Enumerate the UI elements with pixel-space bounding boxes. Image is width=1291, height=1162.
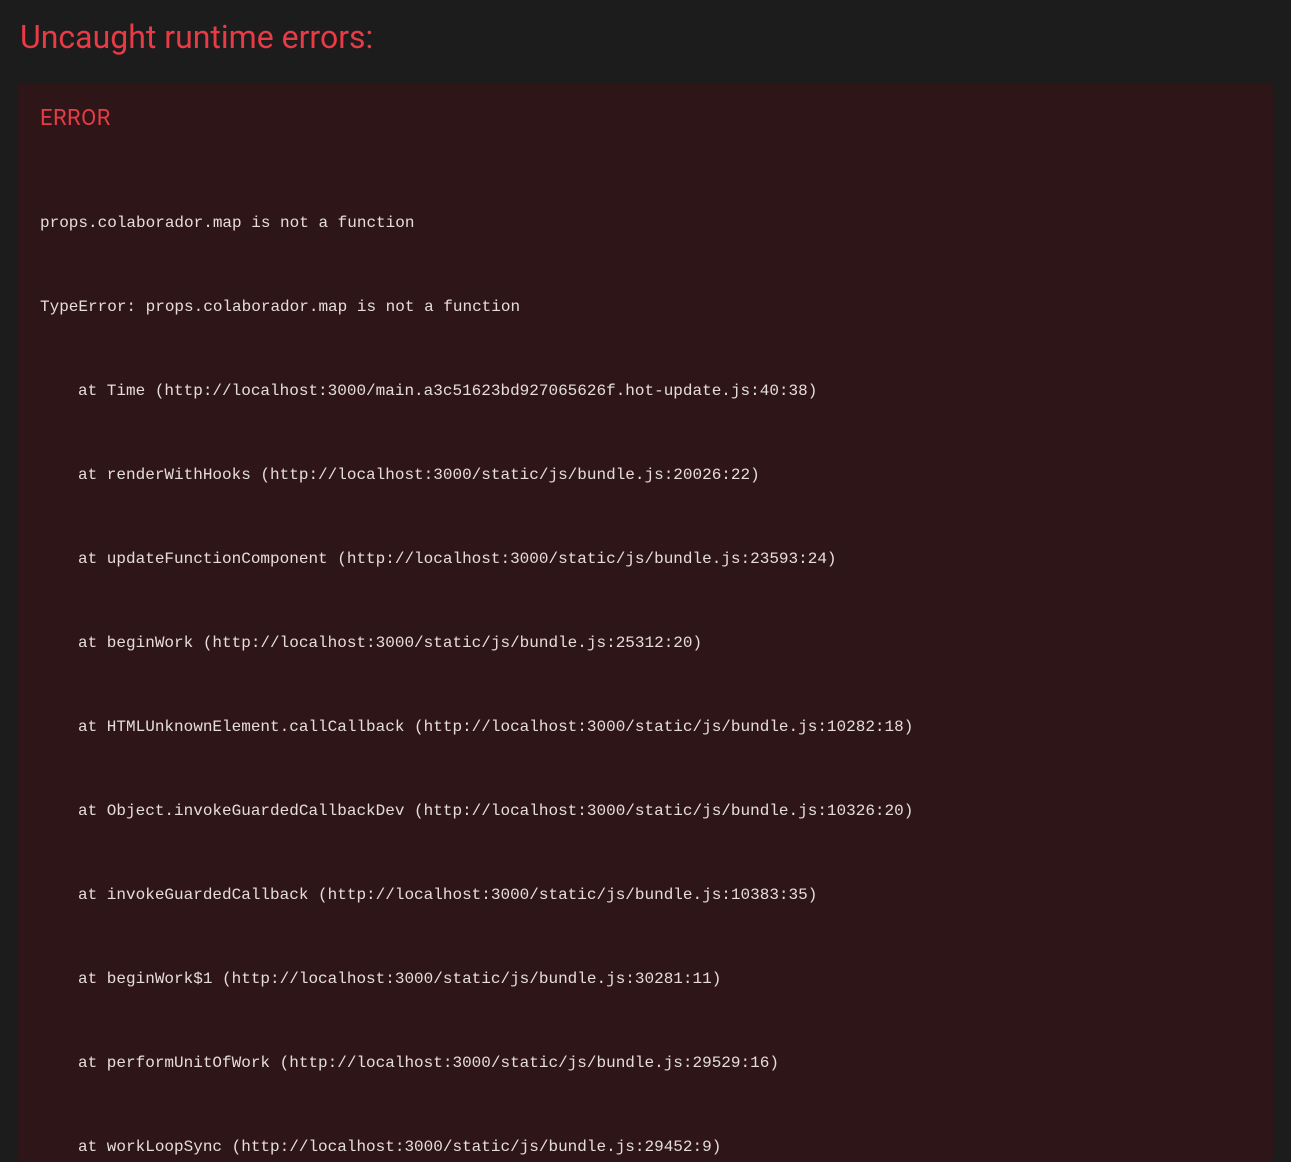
stack-trace-line: at beginWork$1 (http://localhost:3000/st… xyxy=(40,965,1251,993)
error-message-text: props.colaborador.map is not a function xyxy=(40,209,1251,237)
stack-trace-line: at workLoopSync (http://localhost:3000/s… xyxy=(40,1133,1251,1161)
stack-trace-line: at HTMLUnknownElement.callCallback (http… xyxy=(40,713,1251,741)
stack-trace-line: at beginWork (http://localhost:3000/stat… xyxy=(40,629,1251,657)
error-overlay-title: Uncaught runtime errors: xyxy=(0,0,1291,70)
error-label: ERROR xyxy=(40,106,1251,131)
stack-trace-line: at Time (http://localhost:3000/main.a3c5… xyxy=(40,377,1251,405)
stack-trace-line: at invokeGuardedCallback (http://localho… xyxy=(40,881,1251,909)
stack-trace-line: at renderWithHooks (http://localhost:300… xyxy=(40,461,1251,489)
error-message-block: props.colaborador.map is not a function … xyxy=(40,153,1251,1162)
error-panel: ERROR props.colaborador.map is not a fun… xyxy=(18,84,1273,1162)
stack-trace-line: at Object.invokeGuardedCallbackDev (http… xyxy=(40,797,1251,825)
error-type-line: TypeError: props.colaborador.map is not … xyxy=(40,293,1251,321)
stack-trace-line: at performUnitOfWork (http://localhost:3… xyxy=(40,1049,1251,1077)
stack-trace-line: at updateFunctionComponent (http://local… xyxy=(40,545,1251,573)
